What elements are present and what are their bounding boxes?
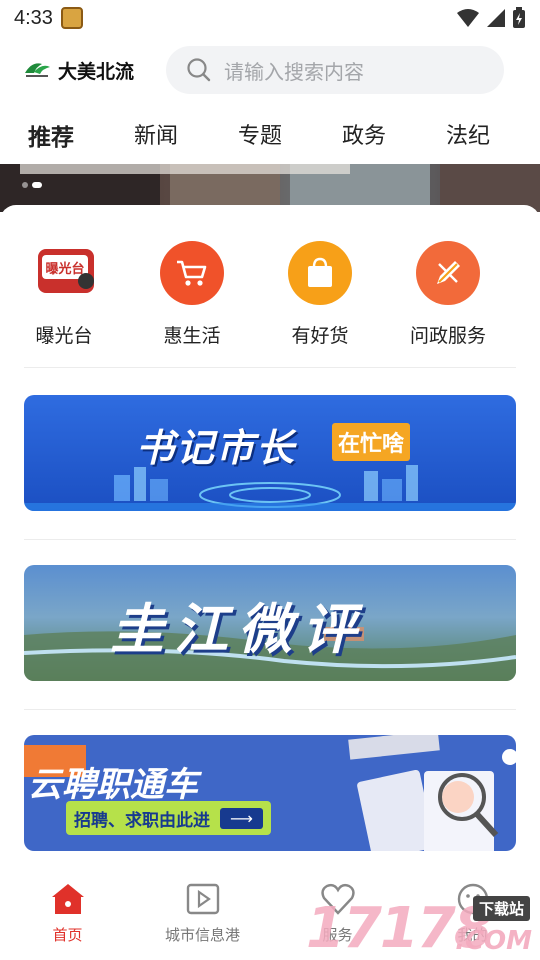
- battery-icon: [513, 7, 525, 28]
- tab-recommend[interactable]: 推荐: [28, 118, 74, 152]
- shopping-cart-icon: [160, 241, 224, 305]
- quick-link-service[interactable]: 问政服务: [384, 241, 512, 348]
- tab-news[interactable]: 新闻: [134, 118, 178, 150]
- wifi-icon: [457, 9, 479, 27]
- quick-link-life[interactable]: 惠生活: [128, 241, 256, 348]
- promo-title: 书记市长: [136, 426, 297, 470]
- status-icons: [456, 7, 526, 29]
- svg-text:曝光台: 曝光台: [45, 261, 84, 277]
- quick-links: 曝光台 曝光台 惠生活 有好货 问政服务: [0, 241, 540, 348]
- promo-banner-commentary[interactable]: 圭江微评: [24, 565, 516, 681]
- promo-tag: 在忙啥: [332, 423, 411, 461]
- arrow-right-icon: ⟶: [220, 807, 263, 829]
- app-notification-icon: [60, 7, 83, 29]
- watermark-badge: 下载站: [472, 896, 530, 921]
- header: 大美北流 请输入搜索内容: [0, 44, 540, 96]
- search-icon: [187, 58, 211, 82]
- watermark-suffix: .COM: [455, 926, 532, 956]
- tab-topics[interactable]: 专题: [238, 118, 282, 150]
- promo-title: 圭江微评: [110, 598, 366, 661]
- search-placeholder: 请输入搜索内容: [224, 59, 365, 84]
- quick-link-label: 问政服务: [409, 325, 486, 347]
- shopping-bag-icon: [288, 241, 352, 305]
- promo-title: 云聘职通车: [28, 765, 198, 805]
- tab-law[interactable]: 法纪: [446, 118, 490, 150]
- banner-dot: [22, 182, 28, 188]
- site-watermark: 17178 .COM 下载站: [306, 896, 536, 960]
- quick-link-label: 惠生活: [163, 325, 221, 347]
- banner-pager: [22, 182, 42, 188]
- nav-city-info[interactable]: 城市信息港: [135, 872, 270, 960]
- nav-label: 首页: [52, 926, 83, 944]
- play-icon: [186, 883, 219, 915]
- banner-dot-active: [32, 182, 42, 188]
- content-card: 曝光台 曝光台 惠生活 有好货 问政服务 书记市长 在忙啥 圭江微评 云聘职通车…: [0, 205, 540, 865]
- search-input[interactable]: 请输入搜索内容: [166, 46, 505, 94]
- quick-link-goods[interactable]: 有好货: [256, 241, 384, 348]
- promo-banner-jobs[interactable]: 云聘职通车 招聘、求职由此进 ⟶: [24, 735, 516, 851]
- promo-cta[interactable]: 招聘、求职由此进 ⟶: [66, 801, 271, 835]
- status-bar: 4:33: [0, 0, 540, 36]
- pencil-icon: [416, 241, 480, 305]
- home-icon: [51, 884, 84, 914]
- channel-tabs: 推荐 新闻 专题 政务 法纪: [0, 110, 540, 158]
- app-logo[interactable]: 大美北流: [22, 57, 134, 84]
- nav-label: 城市信息港: [164, 926, 240, 944]
- status-time: 4:33: [14, 6, 53, 29]
- quick-link-label: 曝光台: [35, 325, 93, 347]
- signal-icon: [487, 9, 505, 27]
- logo-text: 大美北流: [58, 60, 135, 83]
- tab-government[interactable]: 政务: [342, 118, 386, 150]
- quick-link-exposure[interactable]: 曝光台 曝光台: [0, 241, 128, 348]
- logo-mark-icon: [25, 63, 50, 77]
- divider: [24, 367, 516, 368]
- quick-link-label: 有好货: [291, 325, 349, 347]
- promo-banner-leaders[interactable]: 书记市长 在忙啥: [24, 395, 516, 511]
- promo-subtitle: 招聘、求职由此进: [74, 810, 210, 831]
- nav-home[interactable]: 首页: [0, 872, 135, 960]
- divider: [24, 539, 516, 540]
- divider: [24, 709, 516, 710]
- exposure-badge-icon: 曝光台: [32, 241, 96, 305]
